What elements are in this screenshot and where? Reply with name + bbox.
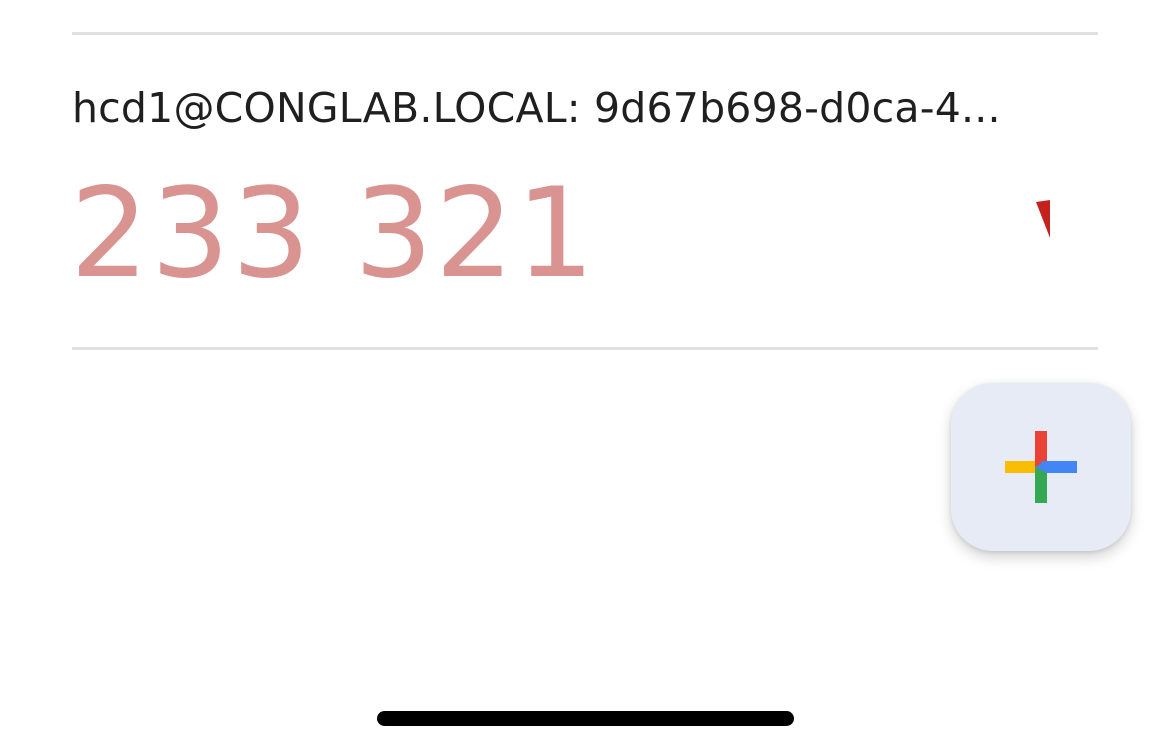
account-name: hcd1@CONGLAB.LOCAL: 9d67b698-d0ca-4... bbox=[72, 84, 1001, 132]
authenticator-screen: hcd1@CONGLAB.LOCAL: 9d67b698-d0ca-4... 2… bbox=[0, 0, 1170, 750]
home-indicator[interactable] bbox=[377, 711, 794, 726]
countdown-pie-icon bbox=[1036, 200, 1050, 238]
add-account-button[interactable] bbox=[951, 383, 1131, 551]
otp-code[interactable]: 233 321 bbox=[70, 166, 597, 302]
add-plus-icon bbox=[1005, 431, 1077, 503]
divider-bottom bbox=[72, 347, 1098, 350]
